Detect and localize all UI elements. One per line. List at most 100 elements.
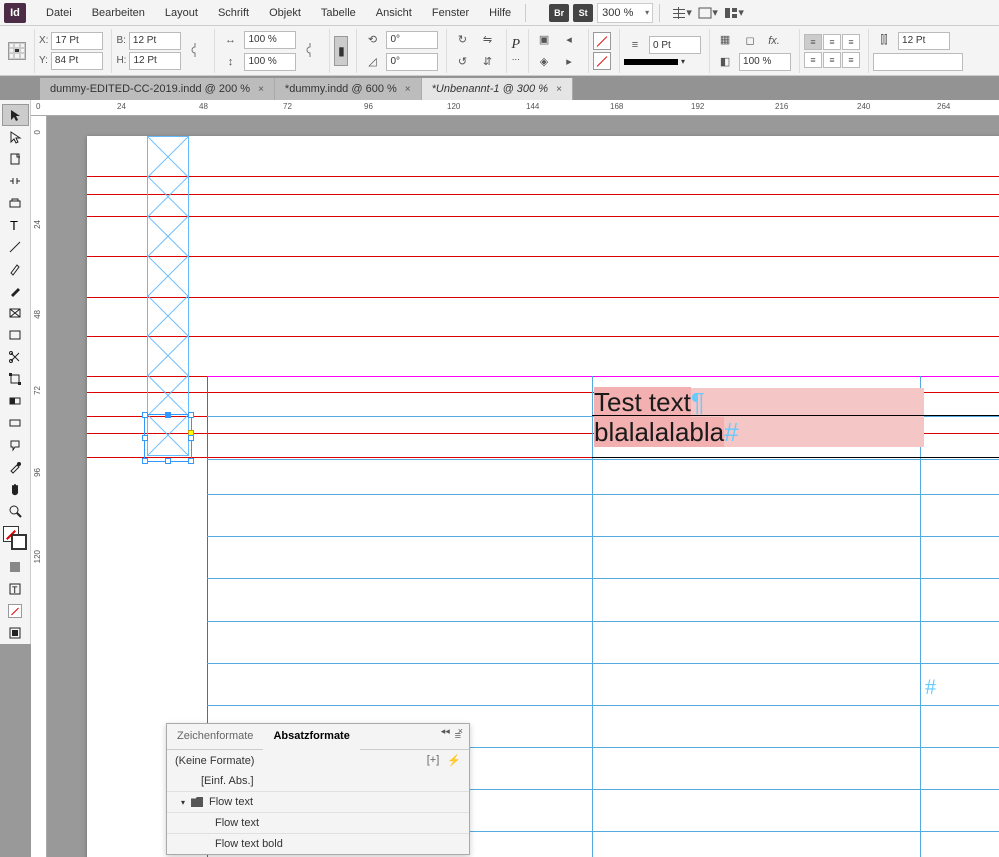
content-collector-tool[interactable] (2, 192, 29, 214)
selection-bounds[interactable] (144, 414, 192, 462)
note-tool[interactable] (2, 434, 29, 456)
new-style-icon[interactable]: [+] (427, 754, 440, 767)
free-transform-tool[interactable] (2, 368, 29, 390)
pencil-tool[interactable] (2, 280, 29, 302)
align-right-icon[interactable]: ≡ (842, 34, 860, 50)
panel-close-icon[interactable]: × (458, 726, 463, 737)
menu-schrift[interactable]: Schrift (208, 3, 259, 23)
select-container-icon[interactable]: ▣ (533, 30, 555, 50)
align-top-icon[interactable]: ≡ (804, 52, 822, 68)
menu-datei[interactable]: Datei (36, 3, 82, 23)
textwrap-none-icon[interactable]: ▦ (714, 30, 736, 50)
chevron-down-icon[interactable]: ▾ (181, 798, 185, 807)
fx-icon[interactable]: fx. (763, 31, 785, 51)
close-tab-icon[interactable]: × (258, 84, 264, 95)
screen-mode-icon[interactable]: ▾ (697, 3, 719, 23)
align-bot-icon[interactable]: ≡ (842, 52, 860, 68)
arrange-icon[interactable]: ▾ (723, 3, 745, 23)
close-tab-icon[interactable]: × (556, 84, 562, 95)
close-tab-icon[interactable]: × (405, 84, 411, 95)
rotate-field[interactable]: 0° (386, 31, 438, 49)
clear-overrides-icon[interactable]: ⚡ (447, 754, 461, 767)
align-center-icon[interactable]: ≡ (823, 34, 841, 50)
rectangle-frame-tool[interactable] (2, 302, 29, 324)
paragraph-styles-panel[interactable]: ◂◂ × Zeichenformate Absatzformate ≡ (Kei… (166, 723, 470, 855)
line-tool[interactable] (2, 236, 29, 258)
style-flow-text-bold[interactable]: Flow text bold (167, 834, 469, 854)
x-field[interactable]: 17 Pt (51, 32, 103, 50)
selection-tool[interactable] (2, 104, 29, 126)
document-tab-1[interactable]: dummy-EDITED-CC-2019.indd @ 200 %× (40, 78, 275, 100)
type-tool[interactable]: T (2, 214, 29, 236)
menu-fenster[interactable]: Fenster (422, 3, 479, 23)
apply-color-icon[interactable] (2, 556, 29, 578)
page-tool[interactable] (2, 148, 29, 170)
align-mid-icon[interactable]: ≡ (823, 52, 841, 68)
graphic-frame[interactable] (147, 136, 189, 456)
menu-layout[interactable]: Layout (155, 3, 208, 23)
constrain-scale-icon[interactable] (299, 41, 321, 61)
panel-tab-parastyles[interactable]: Absatzformate (263, 724, 359, 750)
direct-selection-tool[interactable] (2, 126, 29, 148)
corner-icon[interactable]: ◻ (739, 31, 761, 51)
screen-mode-tool[interactable] (2, 622, 29, 644)
constrain-icon[interactable] (184, 41, 206, 61)
document-tab-3[interactable]: *Unbenannt-1 @ 300 %× (422, 78, 573, 100)
view-options-icon[interactable]: ▾ (671, 3, 693, 23)
flip-h-icon[interactable]: ⇋ (476, 30, 498, 50)
style-basic[interactable]: [Einf. Abs.] (167, 771, 469, 792)
object-style-field[interactable] (873, 53, 963, 71)
text-frame[interactable]: Test text¶ blalalalabla# (594, 388, 924, 447)
pen-tool[interactable] (2, 258, 29, 280)
stroke-style[interactable] (624, 59, 678, 65)
stock-badge[interactable]: St (573, 4, 593, 22)
horizontal-ruler[interactable]: 0 24 48 72 96 120 144 168 192 216 240 26… (31, 100, 999, 116)
format-text-icon[interactable]: T (2, 578, 29, 600)
fill-none-icon[interactable] (593, 32, 611, 50)
zoom-tool[interactable] (2, 500, 29, 522)
width-field[interactable]: 12 Pt (129, 32, 181, 50)
rotate-90cw-icon[interactable]: ↻ (451, 30, 473, 50)
gradient-feather-tool[interactable] (2, 412, 29, 434)
document-tab-2[interactable]: *dummy.indd @ 600 %× (275, 78, 422, 100)
height-field[interactable]: 12 Pt (129, 52, 181, 70)
rectangle-tool[interactable] (2, 324, 29, 346)
opacity-field[interactable]: 100 % (739, 53, 791, 71)
select-next-icon[interactable]: ▸ (558, 52, 580, 72)
stroke-weight-field[interactable]: 0 Pt (649, 36, 701, 54)
content-grabber-icon[interactable]: ▮ (334, 36, 348, 66)
vertical-ruler[interactable]: 0 24 48 72 96 120 (31, 100, 47, 857)
gradient-swatch-tool[interactable] (2, 390, 29, 412)
fill-stroke-swatch[interactable] (3, 526, 27, 550)
rotate-90ccw-icon[interactable]: ↺ (451, 52, 473, 72)
scalex-field[interactable]: 100 % (244, 31, 296, 49)
select-content-icon[interactable]: ◈ (533, 52, 555, 72)
menu-ansicht[interactable]: Ansicht (366, 3, 422, 23)
select-prev-icon[interactable]: ◂ (558, 30, 580, 50)
scaley-field[interactable]: 100 % (244, 53, 296, 71)
align-left-icon[interactable]: ≡ (804, 34, 822, 50)
panel-tab-charstyles[interactable]: Zeichenformate (167, 724, 263, 749)
style-group-flowtext[interactable]: ▾ Flow text (167, 792, 469, 813)
menu-bearbeiten[interactable]: Bearbeiten (82, 3, 155, 23)
flip-v-icon[interactable]: ⇵ (476, 52, 498, 72)
style-flow-text[interactable]: Flow text (167, 813, 469, 834)
eyedropper-tool[interactable] (2, 456, 29, 478)
columns-field[interactable]: 12 Pt (898, 32, 950, 50)
menu-tabelle[interactable]: Tabelle (311, 3, 366, 23)
stroke-none-icon[interactable] (593, 52, 611, 70)
shear-field[interactable]: 0° (386, 53, 438, 71)
menu-hilfe[interactable]: Hilfe (479, 3, 521, 23)
gap-tool[interactable] (2, 170, 29, 192)
hand-tool[interactable] (2, 478, 29, 500)
y-field[interactable]: 84 Pt (51, 52, 103, 70)
zoom-select[interactable]: 300 % (597, 3, 653, 23)
panel-collapse-icon[interactable]: ◂◂ (441, 726, 450, 737)
bridge-badge[interactable]: Br (549, 4, 569, 22)
scissors-tool[interactable] (2, 346, 29, 368)
reference-point[interactable] (8, 42, 26, 60)
apply-none-icon[interactable] (2, 600, 29, 622)
style-none[interactable]: (Keine Formate) (175, 755, 254, 767)
char-indicator: P (511, 37, 520, 53)
menu-objekt[interactable]: Objekt (259, 3, 311, 23)
